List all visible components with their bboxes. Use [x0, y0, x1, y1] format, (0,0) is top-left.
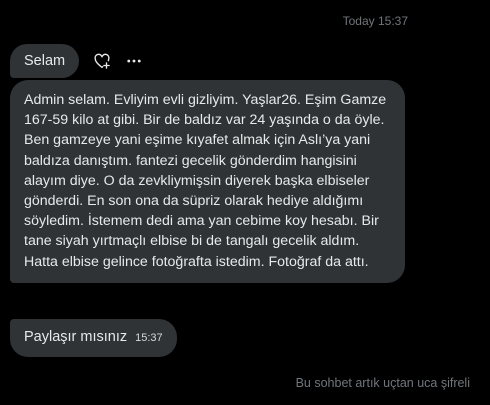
message-text: Paylaşır mısınız: [24, 329, 128, 345]
more-horizontal-icon[interactable]: [125, 52, 143, 70]
dm-conversation: Today 15:37 Selam Admin selam. Evliyim e…: [0, 0, 490, 405]
message-bubble[interactable]: Admin selam. Evliyim evli gizliyim. Yaşl…: [10, 80, 405, 283]
message-row-selam: Selam: [10, 44, 143, 78]
message-bubble[interactable]: Selam: [10, 44, 80, 78]
encryption-notice: Bu sohbet artık uçtan uca şifreli: [295, 376, 470, 390]
message-time: 15:37: [135, 332, 163, 344]
heart-plus-icon[interactable]: [93, 52, 111, 70]
message-bubble[interactable]: Paylaşır mısınız 15:37: [10, 319, 177, 357]
message-timestamp: Today 15:37: [342, 14, 408, 28]
